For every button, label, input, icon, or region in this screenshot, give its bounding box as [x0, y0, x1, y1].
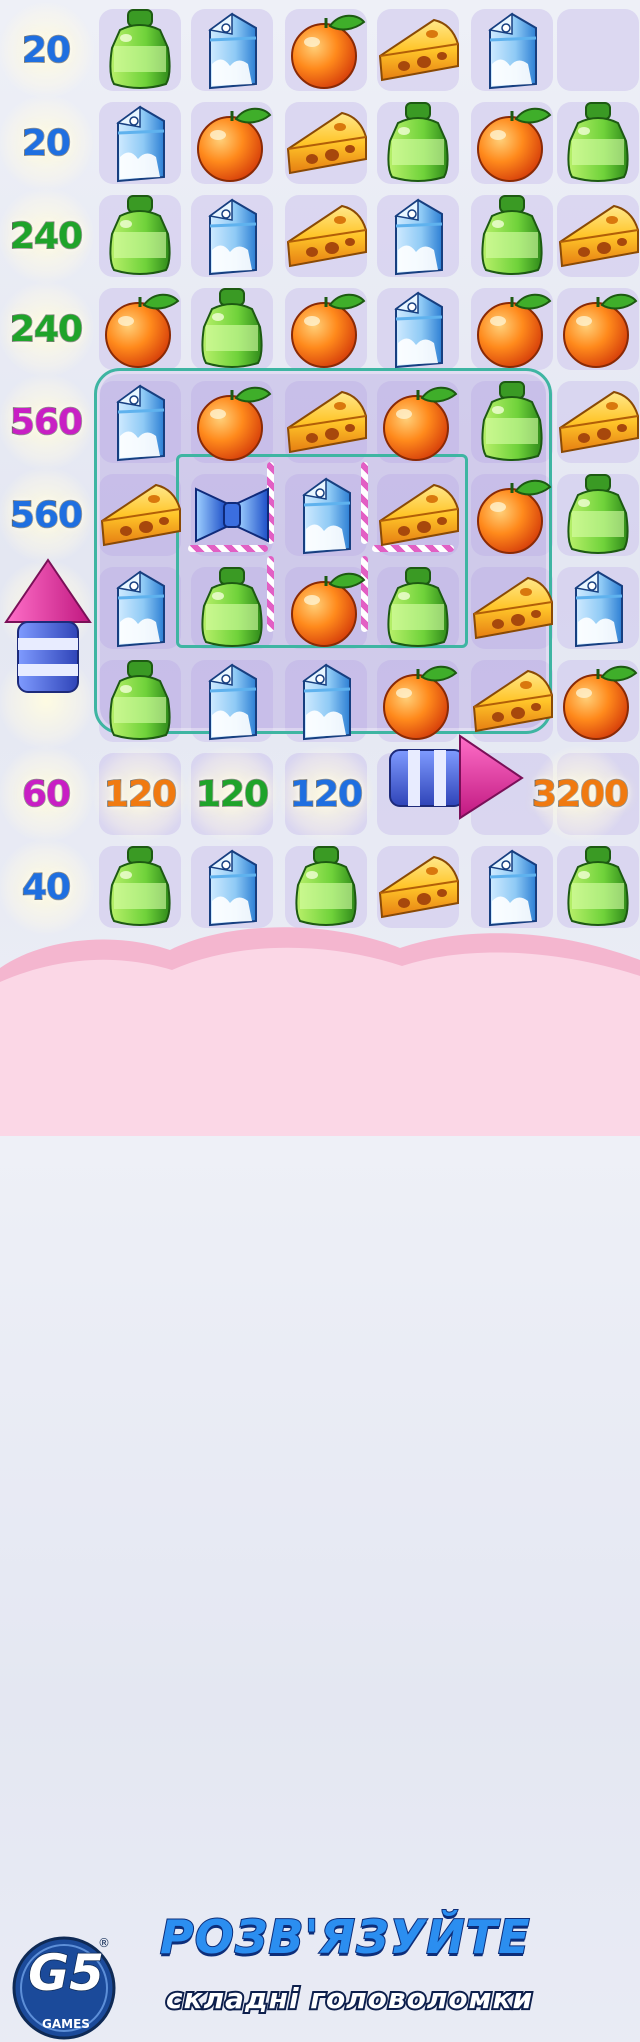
g5-logo-mark: G5	[27, 1943, 104, 2003]
milk-tile-icon[interactable]	[94, 376, 186, 468]
orange-tile-icon[interactable]	[552, 283, 640, 375]
combo-score-label: 120	[103, 773, 178, 816]
g5-logo-text: GAMES	[42, 2017, 90, 2031]
milk-tile-icon[interactable]	[186, 655, 278, 747]
milk-tile-icon[interactable]	[186, 4, 278, 96]
row-score-label: 20	[21, 29, 72, 72]
rocket-booster-horizontal[interactable]	[386, 732, 526, 822]
rocket-booster-vertical[interactable]	[2, 556, 94, 696]
cheese-tile-icon[interactable]	[466, 562, 558, 654]
promo-banner: G5 ® GAMES РОЗВ'ЯЗУЙТЕ складні головолом…	[0, 920, 640, 2040]
bottle-tile-icon[interactable]	[94, 4, 186, 96]
orange-tile-icon[interactable]	[186, 97, 278, 189]
bottle-tile-icon[interactable]	[94, 655, 186, 747]
bottle-tile-icon[interactable]	[552, 97, 640, 189]
cheese-tile-icon[interactable]	[372, 4, 464, 96]
candy-tile-icon[interactable]	[186, 469, 278, 561]
milk-tile-icon[interactable]	[186, 190, 278, 282]
cheese-tile-icon[interactable]	[94, 469, 186, 561]
cheese-tile-icon[interactable]	[552, 376, 640, 468]
milk-tile-icon[interactable]	[372, 283, 464, 375]
orange-tile-icon[interactable]	[466, 469, 558, 561]
cheese-tile-icon[interactable]	[372, 469, 464, 561]
orange-tile-icon[interactable]	[186, 376, 278, 468]
bottle-tile-icon[interactable]	[94, 190, 186, 282]
pink-cloud-shape	[0, 927, 640, 1136]
row-score-label: 60	[21, 773, 72, 816]
row-score-label: 40	[21, 866, 72, 909]
promo-subline: складні головоломки	[164, 1980, 534, 2017]
cheese-tile-icon[interactable]	[280, 97, 372, 189]
row-score-label: 20	[21, 122, 72, 165]
bottle-tile-icon[interactable]	[186, 562, 278, 654]
row-score-label: 560	[9, 494, 84, 537]
combo-score-label: 3200	[531, 773, 630, 816]
combo-score-label: 120	[195, 773, 270, 816]
orange-tile-icon[interactable]	[372, 376, 464, 468]
cheese-tile-icon[interactable]	[280, 376, 372, 468]
bottle-tile-icon[interactable]	[466, 376, 558, 468]
orange-tile-icon[interactable]	[94, 283, 186, 375]
orange-tile-icon[interactable]	[466, 97, 558, 189]
bottle-tile-icon[interactable]	[186, 283, 278, 375]
bottle-tile-icon[interactable]	[372, 97, 464, 189]
milk-tile-icon[interactable]	[280, 469, 372, 561]
registered-mark: ®	[98, 1936, 110, 1950]
orange-tile-icon[interactable]	[466, 283, 558, 375]
combo-score-label: 120	[289, 773, 364, 816]
milk-tile-icon[interactable]	[280, 655, 372, 747]
milk-tile-icon[interactable]	[94, 562, 186, 654]
milk-tile-icon[interactable]	[94, 97, 186, 189]
row-score-label: 240	[9, 308, 84, 351]
bottle-tile-icon[interactable]	[466, 190, 558, 282]
cheese-tile-icon[interactable]	[280, 190, 372, 282]
orange-tile-icon[interactable]	[280, 562, 372, 654]
milk-tile-icon[interactable]	[466, 4, 558, 96]
promo-headline: РОЗВ'ЯЗУЙТЕ	[159, 1909, 531, 1965]
orange-tile-icon[interactable]	[280, 4, 372, 96]
bottle-tile-icon[interactable]	[372, 562, 464, 654]
orange-tile-icon[interactable]	[280, 283, 372, 375]
bottle-tile-icon[interactable]	[552, 469, 640, 561]
orange-tile-icon[interactable]	[552, 655, 640, 747]
row-score-label: 560	[9, 401, 84, 444]
board-cell[interactable]	[557, 9, 639, 91]
milk-tile-icon[interactable]	[372, 190, 464, 282]
row-score-label: 240	[9, 215, 84, 258]
milk-tile-icon[interactable]	[552, 562, 640, 654]
cheese-tile-icon[interactable]	[552, 190, 640, 282]
